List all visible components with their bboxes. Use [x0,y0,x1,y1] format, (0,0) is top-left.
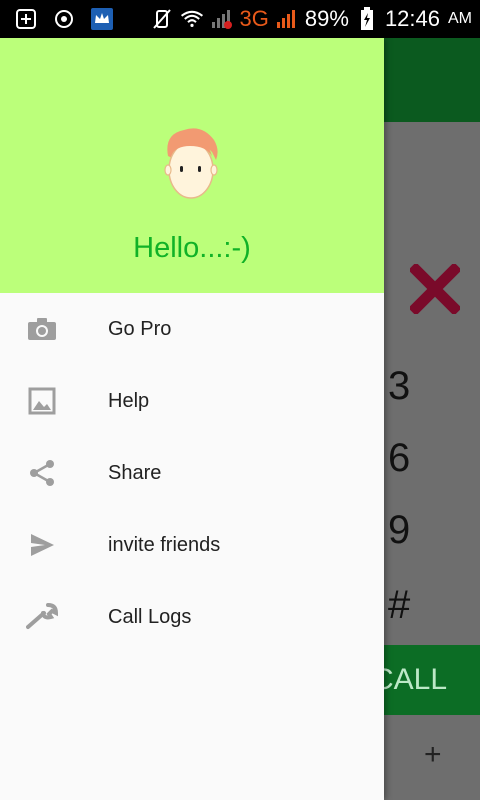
menu-label: invite friends [108,533,221,556]
network-type: 3G [239,6,269,31]
mute-vibrate-icon [150,7,174,31]
camera-icon [26,315,58,343]
send-icon [26,531,58,559]
add-button[interactable]: + [424,738,442,772]
image-icon [26,387,58,415]
menu-label: Go Pro [108,317,172,340]
wrench-icon [26,603,58,631]
dial-key-hash[interactable]: # [388,583,410,628]
menu-label: Call Logs [108,605,192,628]
battery-charging-icon [355,7,379,31]
crown-notification-icon [90,7,114,31]
sync-notification-icon [52,7,76,31]
drawer-menu: Go Pro Help Share invite friends Call Lo… [0,293,384,653]
close-icon[interactable] [408,262,462,316]
menu-item-invite-friends[interactable]: invite friends [0,509,384,581]
menu-item-share[interactable]: Share [0,437,384,509]
battery-percent: 89% [304,6,349,31]
signal-sim1-icon [210,7,234,31]
menu-item-help[interactable]: Help [0,365,384,437]
avatar [162,126,220,200]
navigation-drawer: Hello...:-) Go Pro Help Share invite fri… [0,38,384,800]
wifi-icon [180,7,204,31]
greeting-text: Hello...:-) [133,232,251,264]
dial-key-6[interactable]: 6 [388,436,410,481]
status-bar: 3G 89% 12:46 AM [0,0,480,38]
share-icon [26,459,58,487]
clock: 12:46 [384,6,440,31]
add-notification-icon [14,7,38,31]
drawer-header: Hello...:-) [0,38,384,293]
menu-label: Help [108,389,150,412]
menu-label: Share [108,461,162,484]
menu-item-call-logs[interactable]: Call Logs [0,581,384,653]
dial-key-3[interactable]: 3 [388,364,410,409]
call-button-label: CALL [384,663,448,696]
dial-key-9[interactable]: 9 [388,508,410,553]
clock-ampm: AM [448,10,472,27]
call-button[interactable]: CALL [384,645,480,715]
menu-item-go-pro[interactable]: Go Pro [0,293,384,365]
signal-sim2-icon [275,7,299,31]
